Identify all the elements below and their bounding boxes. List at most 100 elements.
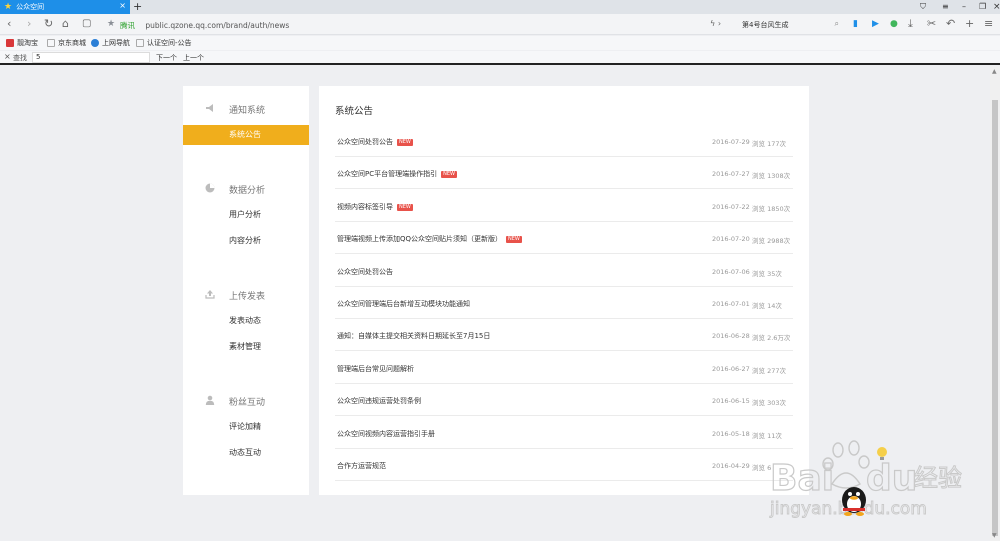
sidebar-item-system-notice[interactable]: 系统公告 xyxy=(183,125,309,145)
news-views: 浏览 177次 xyxy=(752,140,786,148)
section-label: 粉丝互动 xyxy=(229,398,266,408)
new-badge: NEW xyxy=(397,139,413,146)
page-icon xyxy=(136,39,144,47)
news-row[interactable]: 公众空间违规运营处罚条例 2016-06-15 浏览 303次 xyxy=(335,384,793,417)
restore-icon[interactable]: ❐ xyxy=(979,0,986,14)
news-title-text: 视频内容标签引导 xyxy=(337,202,393,211)
bookmark-item[interactable]: 京东商城 xyxy=(47,38,86,48)
favorite-star-icon[interactable]: ★ xyxy=(107,17,115,31)
news-row[interactable]: 管理端视频上传添加QQ公众空间贴片须知（更新版） NEW 2016-07-20 浏览 … xyxy=(335,222,793,255)
sidebar: 通知系统 系统公告 数据分析 用户分析 内容分析 上传发表 发表动态 素材管理 … xyxy=(183,86,309,495)
news-title-link[interactable]: 公众空间PC平台管理端操作指引 NEW xyxy=(337,169,457,179)
svg-text:du: du xyxy=(866,458,917,499)
news-row[interactable]: 公众空间处罚公告 2016-07-06 浏览 35次 xyxy=(335,255,793,287)
news-title-link[interactable]: 公众空间处罚公告 NEW xyxy=(337,137,413,147)
news-title-text: 公众空间处罚公告 xyxy=(337,267,393,276)
find-input[interactable]: 5 xyxy=(32,52,150,63)
minimize-icon[interactable]: – xyxy=(962,0,966,14)
news-row[interactable]: 公众空间视频内容运营指引手册 2016-05-18 浏览 11次 xyxy=(335,417,793,449)
baidu-jingyan-watermark: Bai du 经验 jingyan.baidu.com xyxy=(769,440,963,519)
news-date: 2016-07-06 xyxy=(712,267,750,276)
lightning-icon[interactable]: ϟ › xyxy=(710,19,721,28)
address-bar[interactable]: 腾讯 public.qzone.qq.com/brand/auth/news xyxy=(120,20,289,31)
shirt-skin-icon[interactable]: ⛉ xyxy=(920,0,926,14)
bookmark-blue-icon[interactable]: ▮ xyxy=(853,17,858,31)
taobao-icon xyxy=(6,39,14,47)
news-title-text: 管理端后台常见问题解析 xyxy=(337,364,414,373)
bookmark-label: 靓淘宝 xyxy=(17,39,38,47)
reader-mode-icon[interactable]: ▢ xyxy=(82,17,91,31)
close-find-icon[interactable]: × xyxy=(4,52,11,61)
sidebar-item-publish[interactable]: 发表动态 xyxy=(183,311,309,331)
news-views: 浏览 277次 xyxy=(752,366,786,375)
forward-icon[interactable]: › xyxy=(27,17,31,31)
scroll-down-icon[interactable]: ▼ xyxy=(992,532,997,539)
news-title-link[interactable]: 管理端后台常见问题解析 xyxy=(337,364,414,374)
bookmark-item[interactable]: 靓淘宝 xyxy=(6,38,38,48)
sidebar-item-content-analysis[interactable]: 内容分析 xyxy=(183,231,309,251)
page-title: 系统公告 xyxy=(335,106,374,117)
news-row[interactable]: 公众空间管理端后台新增互动模块功能通知 2016-07-01 浏览 14次 xyxy=(335,287,793,319)
more-menu-icon[interactable]: ≡ xyxy=(984,17,993,31)
page-icon xyxy=(47,39,55,47)
sidebar-section-data: 数据分析 xyxy=(183,181,309,197)
news-title-text: 公众空间处罚公告 xyxy=(337,138,393,146)
search-box[interactable]: 第4号台风生成 ⌕ xyxy=(738,17,842,32)
menu-icon[interactable]: ≡ xyxy=(942,0,949,14)
news-date: 2016-06-28 xyxy=(712,332,750,341)
find-next-button[interactable]: 下一个 xyxy=(156,53,177,63)
news-row[interactable]: 管理端后台常见问题解析 2016-06-27 浏览 277次 xyxy=(335,352,793,384)
undo-icon[interactable]: ↶ xyxy=(946,17,955,31)
search-icon[interactable]: ⌕ xyxy=(835,19,839,29)
news-title-text: 合作方运营规范 xyxy=(337,462,386,470)
home-icon[interactable]: ⌂ xyxy=(62,17,69,31)
sidebar-item-materials[interactable]: 素材管理 xyxy=(183,337,309,357)
sidebar-item-user-analysis[interactable]: 用户分析 xyxy=(183,205,309,225)
news-title-link[interactable]: 公众空间视频内容运营指引手册 xyxy=(337,429,435,439)
back-icon[interactable]: ‹ xyxy=(7,17,11,31)
news-title-link[interactable]: 视频内容标签引导 NEW xyxy=(337,202,413,212)
news-row[interactable]: 公众空间PC平台管理端操作指引 NEW 2016-07-27 浏览 1308次 xyxy=(335,157,793,190)
news-date: 2016-06-15 xyxy=(712,397,750,406)
news-row[interactable]: 合作方运营规范 2016-04-29 浏览 6 xyxy=(335,449,793,481)
add-icon[interactable]: + xyxy=(965,17,974,31)
scrollbar-thumb[interactable] xyxy=(992,100,998,536)
news-title-link[interactable]: 合作方运营规范 xyxy=(337,461,386,471)
news-title-link[interactable]: 公众空间违规运营处罚条例 xyxy=(337,396,421,406)
section-label: 通知系统 xyxy=(229,106,266,116)
news-date: 2016-05-18 xyxy=(712,429,750,438)
news-title-text: 管理端视频上传添加QQ公众空间贴片须知（更新版） xyxy=(337,235,503,244)
sidebar-item-interactions[interactable]: 动态互动 xyxy=(183,443,309,463)
bookmark-item[interactable]: 上网导航 xyxy=(91,38,130,48)
find-prev-button[interactable]: 上一个 xyxy=(183,53,204,63)
news-row[interactable]: 通知：自媒体主提交相关资料日期延长至7月15日 2016-06-28 浏览 2.6万… xyxy=(335,319,793,352)
news-date: 2016-07-20 xyxy=(712,235,750,244)
new-tab-button[interactable]: + xyxy=(133,0,142,14)
browser-tab-active[interactable]: ★ 公众空间 × xyxy=(0,0,130,14)
close-window-icon[interactable]: × xyxy=(993,0,1000,14)
scroll-up-icon[interactable]: ▲ xyxy=(992,68,997,75)
news-row[interactable]: 视频内容标签引导 NEW 2016-07-22 浏览 1850次 xyxy=(335,190,793,222)
refresh-icon[interactable]: ↻ xyxy=(44,17,53,31)
scissors-icon[interactable]: ✂ xyxy=(927,17,936,31)
bookmark-item[interactable]: 认证空间-公告 xyxy=(136,38,192,48)
news-title-link[interactable]: 公众空间管理端后台新增互动模块功能通知 xyxy=(337,299,470,309)
search-text: 第4号台风生成 xyxy=(742,21,789,29)
news-title-link[interactable]: 公众空间处罚公告 xyxy=(337,267,393,277)
globe-icon xyxy=(91,39,99,47)
bookmark-label: 认证空间-公告 xyxy=(147,39,192,47)
download-icon[interactable]: ⤓ xyxy=(908,17,913,31)
tab-close-icon[interactable]: × xyxy=(119,1,126,10)
sidebar-item-comments[interactable]: 评论加精 xyxy=(183,417,309,437)
news-date: 2016-07-22 xyxy=(712,202,750,211)
section-label: 数据分析 xyxy=(229,186,266,196)
news-title-link[interactable]: 管理端视频上传添加QQ公众空间贴片须知（更新版） NEW xyxy=(337,234,522,244)
news-views: 浏览 1308次 xyxy=(752,172,791,181)
news-title-link[interactable]: 通知：自媒体主提交相关资料日期延长至7月15日 xyxy=(337,331,490,341)
sidebar-section-notice: 通知系统 xyxy=(183,101,309,117)
news-row[interactable]: 公众空间处罚公告 NEW 2016-07-29 浏览 177次 xyxy=(335,125,793,157)
bookmark-label: 京东商城 xyxy=(58,39,86,47)
play-icon[interactable]: ▶ xyxy=(872,17,879,31)
pie-chart-icon xyxy=(205,183,215,193)
chat-icon[interactable]: ● xyxy=(890,17,898,31)
